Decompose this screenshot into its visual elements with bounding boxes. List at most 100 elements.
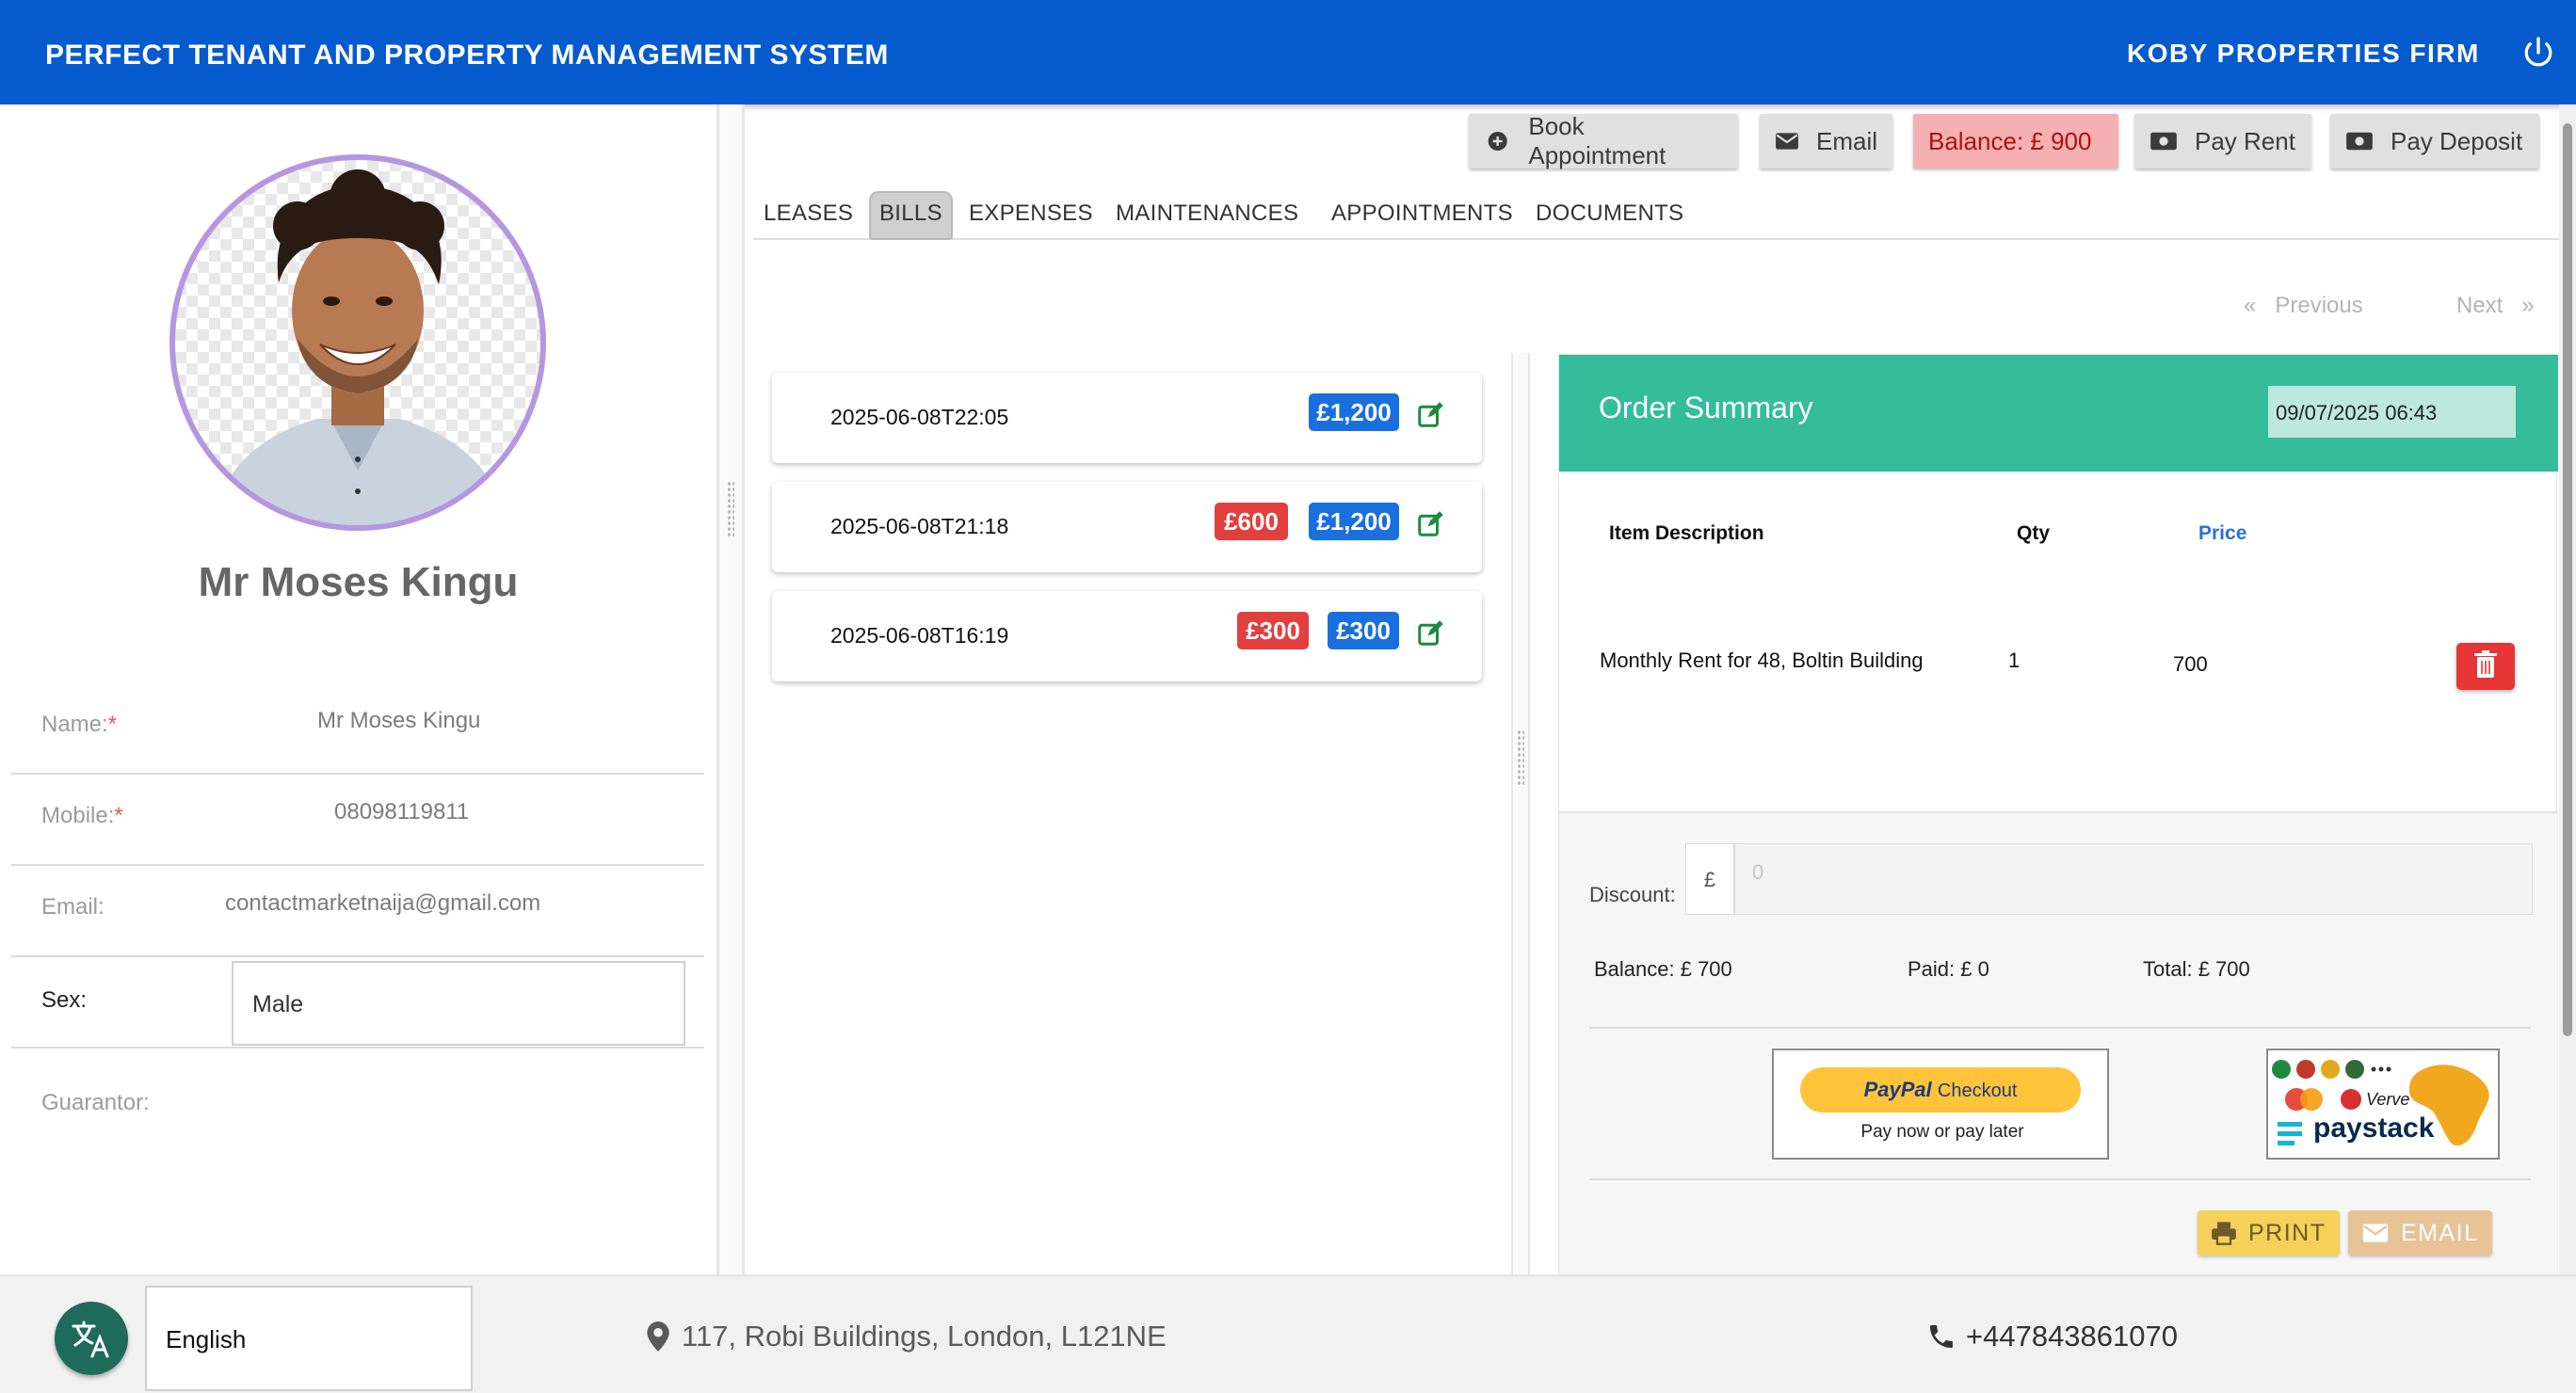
paypal-logo: PayPal xyxy=(1863,1078,1932,1101)
name-label: Name:* xyxy=(41,712,117,738)
paypal-checkout-button[interactable]: PayPal Checkout Pay now or pay later xyxy=(1772,1049,2109,1160)
tab-maintenances[interactable]: MAINTENANCES xyxy=(1105,191,1309,240)
tenant-full-name: Mr Moses Kingu xyxy=(198,559,519,605)
tab-expenses[interactable]: EXPENSES xyxy=(958,191,1103,240)
required-mark: * xyxy=(114,803,123,828)
money-icon xyxy=(2346,132,2373,151)
delete-item-button[interactable] xyxy=(2456,643,2515,690)
bill-card[interactable]: 2025-06-08T16:19 £300 £300 xyxy=(772,591,1482,681)
paystack-wordmark: paystack xyxy=(2313,1113,2435,1144)
paypal-subtitle: Pay now or pay later xyxy=(1860,1122,2024,1142)
next-arrow[interactable]: » xyxy=(2521,293,2534,319)
scrollbar-thumb[interactable] xyxy=(2563,123,2572,1036)
name-field-row: Name:* Mr Moses Kingu xyxy=(11,683,704,775)
divider xyxy=(1589,1178,2531,1180)
location-pin-icon xyxy=(647,1321,669,1352)
bill-card[interactable]: 2025-06-08T21:18 £600 £1,200 xyxy=(772,482,1482,572)
money-icon xyxy=(2150,132,2177,151)
bill-amount-badge: £1,200 xyxy=(1309,503,1399,540)
balance-button[interactable]: Balance: £ 900 xyxy=(1913,114,2118,168)
firm-name[interactable]: KOBY PROPERTIES FIRM xyxy=(2127,39,2480,69)
edit-icon[interactable] xyxy=(1416,510,1444,538)
mobile-label-text: Mobile: xyxy=(41,803,115,828)
footer-address: 117, Robi Buildings, London, L121NE xyxy=(646,1320,1167,1353)
tab-bills[interactable]: BILLS xyxy=(869,191,953,240)
email-value[interactable]: contactmarketnaija@gmail.com xyxy=(225,890,540,917)
col-qty: Qty xyxy=(2017,522,2051,544)
bill-date: 2025-06-08T16:19 xyxy=(830,623,1009,648)
tab-documents[interactable]: DOCUMENTS xyxy=(1525,191,1694,240)
order-paid: Paid: £ 0 xyxy=(1908,957,1989,981)
email-invoice-button[interactable]: EMAIL xyxy=(2348,1210,2492,1256)
book-appointment-button[interactable]: Book Appointment xyxy=(1469,112,1738,169)
tab-leases[interactable]: LEASES xyxy=(753,191,863,240)
print-label: PRINT xyxy=(2248,1219,2326,1246)
order-date-input[interactable]: 09/07/2025 06:43 xyxy=(2268,386,2516,438)
bill-date: 2025-06-08T21:18 xyxy=(830,514,1009,538)
bill-card[interactable]: 2025-06-08T22:05 £1,200 xyxy=(772,373,1482,463)
paystack-button[interactable]: paystack Verve xyxy=(2266,1049,2500,1160)
email-label: Email xyxy=(1815,126,1877,155)
mobile-field-row: Mobile:* 08098119811 xyxy=(11,775,704,866)
book-appointment-label: Book Appointment xyxy=(1528,112,1666,169)
col-item-description: Item Description xyxy=(1609,522,1764,544)
pagination-next: Next » xyxy=(2456,278,2535,334)
envelope-icon xyxy=(2362,1224,2389,1242)
name-value[interactable]: Mr Moses Kingu xyxy=(317,708,480,734)
tenant-avatar xyxy=(169,154,546,531)
pay-rent-label: Pay Rent xyxy=(2195,126,2295,155)
pagination: « Previous xyxy=(2244,278,2363,334)
order-total: Total: £ 700 xyxy=(2143,957,2250,981)
discount-currency: £ xyxy=(1685,843,1734,915)
language-select[interactable]: English xyxy=(145,1286,473,1391)
edit-icon[interactable] xyxy=(1416,619,1444,648)
next-page-button[interactable]: Next xyxy=(2456,293,2503,319)
printer-icon xyxy=(2212,1222,2236,1245)
app-header: PERFECT TENANT AND PROPERTY MANAGEMENT S… xyxy=(0,0,2576,104)
order-summary-panel: Order Summary 09/07/2025 06:43 Item Desc… xyxy=(1558,354,2558,1275)
bill-paid-badge: £600 xyxy=(1215,503,1288,540)
mobile-value[interactable]: 08098119811 xyxy=(334,799,469,825)
envelope-icon xyxy=(1776,133,1798,150)
print-button[interactable]: PRINT xyxy=(2198,1210,2340,1256)
paypal-checkout-label: Checkout xyxy=(1937,1081,2018,1101)
email-label: Email: xyxy=(41,894,105,920)
required-mark: * xyxy=(107,712,118,737)
pay-deposit-button[interactable]: Pay Deposit xyxy=(2330,114,2539,168)
pay-rent-button[interactable]: Pay Rent xyxy=(2134,114,2311,168)
item-qty: 1 xyxy=(2008,648,2021,672)
paypal-pill: PayPal Checkout xyxy=(1800,1067,2081,1113)
address-text: 117, Robi Buildings, London, L121NE xyxy=(682,1320,1167,1353)
tenant-photo xyxy=(213,169,505,525)
trash-icon xyxy=(2474,650,2497,678)
email-button[interactable]: Email xyxy=(1760,114,1892,168)
panel-resize-handle[interactable] xyxy=(716,104,745,1274)
verve-label: Verve xyxy=(2366,1090,2410,1109)
discount-input[interactable]: 0 xyxy=(1734,843,2533,915)
sex-select[interactable]: Male xyxy=(232,961,685,1046)
previous-page-button[interactable]: Previous xyxy=(2275,293,2362,319)
email-invoice-label: EMAIL xyxy=(2401,1219,2479,1246)
page-scrollbar[interactable] xyxy=(2559,104,2576,1274)
divider xyxy=(1589,1027,2531,1029)
email-field-row: Email: contactmarketnaija@gmail.com xyxy=(11,866,704,957)
translate-icon xyxy=(72,1321,109,1358)
edit-icon[interactable] xyxy=(1416,401,1444,429)
plus-circle-icon xyxy=(1488,132,1507,151)
discount-label: Discount: xyxy=(1589,883,1676,906)
footer-phone: +447843861070 xyxy=(1926,1320,2178,1353)
phone-icon xyxy=(1930,1325,1953,1348)
tenant-tabs: LEASES BILLS EXPENSES MAINTENANCES APPOI… xyxy=(753,191,2560,240)
app-title: PERFECT TENANT AND PROPERTY MANAGEMENT S… xyxy=(45,40,889,71)
split-resize-handle[interactable] xyxy=(1511,353,1530,1274)
col-price[interactable]: Price xyxy=(2198,522,2246,545)
prev-arrow[interactable]: « xyxy=(2244,293,2256,319)
power-icon[interactable] xyxy=(2521,36,2555,70)
phone-text: +447843861070 xyxy=(1966,1320,2178,1353)
translate-button[interactable] xyxy=(55,1302,128,1375)
tab-appointments[interactable]: APPOINTMENTS xyxy=(1321,191,1523,240)
sex-field-row: Sex: Male xyxy=(11,957,704,1049)
resize-grip[interactable] xyxy=(1517,729,1524,786)
sex-label: Sex: xyxy=(41,987,88,1013)
resize-grip[interactable] xyxy=(727,481,734,537)
